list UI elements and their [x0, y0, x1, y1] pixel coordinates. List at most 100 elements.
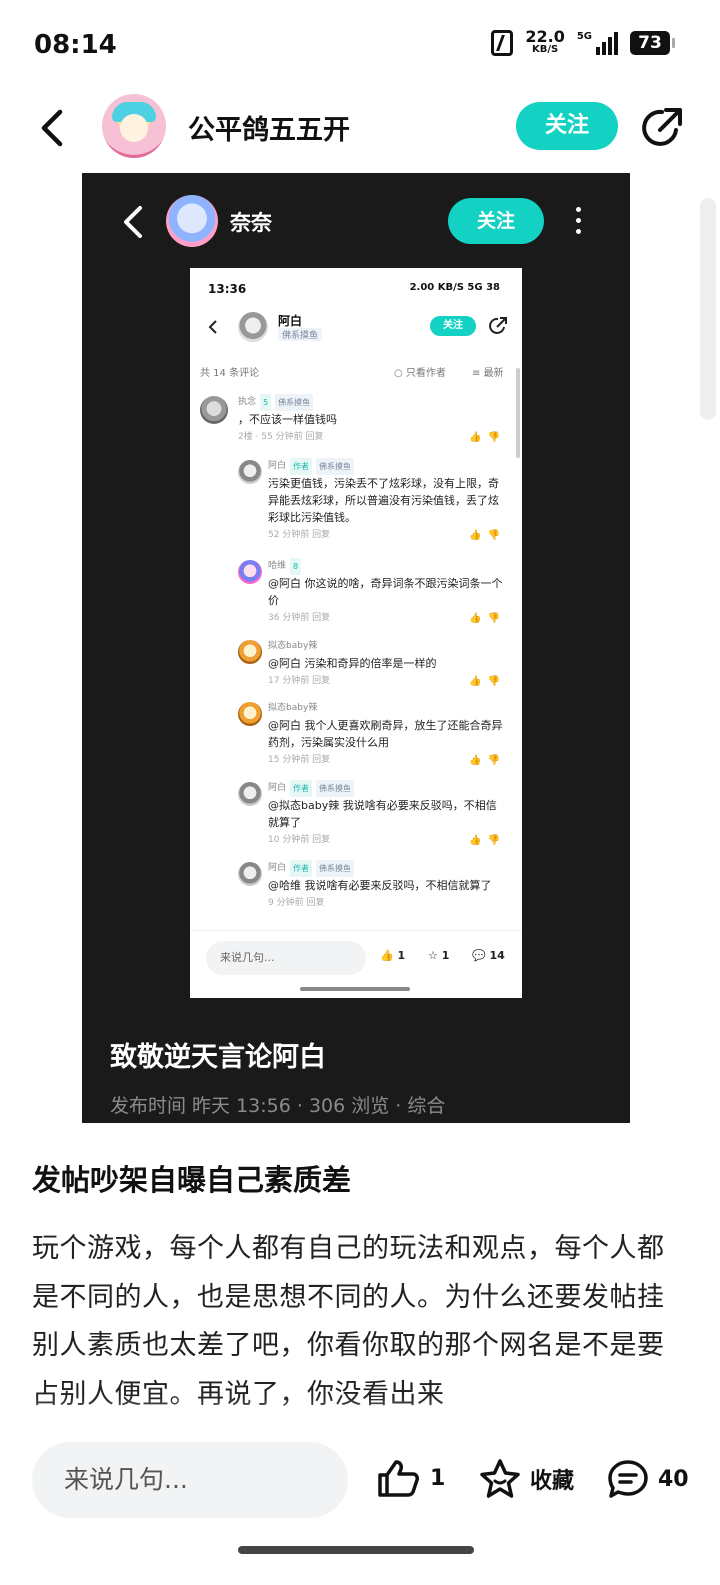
comment-user: 阿白 [268, 863, 287, 873]
comment-avatar [200, 396, 228, 424]
comment-actions: 👍👎 [469, 835, 506, 846]
favorite-button[interactable]: 收藏 [478, 1458, 574, 1500]
author-avatar[interactable] [102, 94, 166, 158]
inner-comment-bar: 共 14 条评论 ○ 只看作者 ≡ 最新 [190, 360, 522, 380]
signal-icon: 5G [577, 31, 618, 55]
comment-user: 阿白 [268, 783, 287, 793]
inner-phone-screenshot: 13:36 2.00 KB/S 5G 38 阿白 佛系摸鱼 关注 共 14 条评… [190, 268, 522, 998]
inner-scrollbar [516, 368, 520, 458]
comment-avatar [238, 560, 262, 584]
image-post-title: 致敬逆天言论阿白 [110, 1042, 326, 1073]
comment-item: 阿白 作者 佛系摸鱼 @拟态baby辣 我说啥有必要来反驳吗，不相信就算了 10 分… [268, 780, 506, 849]
inner-author-tag: 佛系摸鱼 [278, 328, 323, 341]
comment-actions: 👍👎 [469, 530, 506, 541]
inner-follow-button: 关注 [430, 316, 476, 336]
comment-avatar [238, 702, 262, 726]
inner-only-author: ○ 只看作者 [394, 368, 446, 379]
inner-sort-label: 最新 [483, 368, 504, 379]
inner-bottom-bar: 来说几句... 👍 1 ☆ 1 💬 14 [190, 930, 522, 998]
image-back-icon [124, 206, 142, 238]
comment-avatar [238, 782, 262, 806]
comment-user: 哈维 [268, 561, 287, 571]
inner-nav: 阿白 佛系摸鱼 关注 [190, 308, 522, 348]
scroll-indicator[interactable] [700, 198, 716, 420]
star-icon [480, 1459, 520, 1498]
comment-text: ，不应该一样值钱吗 [238, 413, 337, 426]
comment-item: 阿白 作者 佛系摸鱼 污染更值钱，污染丢不了炫彩球，没有上限，奇异能丢炫彩球，所以普… [268, 458, 506, 544]
image-more-icon [574, 207, 582, 237]
comment-item: 阿白 作者 佛系摸鱼 @哈维 我说啥有必要来反驳吗，不相信就算了 9 分钟前 回复 [268, 860, 506, 912]
comment-level: 5 [260, 394, 272, 411]
inner-fav: ☆ 1 [428, 949, 450, 962]
comment-level: 8 [290, 558, 302, 575]
comment-icon [608, 1460, 648, 1498]
author-name[interactable]: 公平鸽五五开 [188, 108, 350, 147]
inner-comment-input: 来说几句... [206, 941, 366, 975]
inner-share-icon [489, 317, 507, 334]
inner-comment-total: 14 [489, 949, 505, 962]
comment-meta: 2楼 · 55 分钟前 回复 [238, 432, 324, 442]
favorite-label: 收藏 [530, 1469, 575, 1494]
comment-item: 拟态baby辣 @阿白 污染和奇异的倍率是一样的 17 分钟前 回复 👍👎 [268, 638, 506, 690]
comment-author-badge: 作者 [290, 458, 313, 475]
comment-text: @阿白 你这说的啥，奇异词条不跟污染词条一个价 [268, 577, 503, 607]
comment-tag: 佛系摸鱼 [316, 780, 355, 797]
inner-comments: 💬 14 [472, 949, 505, 962]
comments-button[interactable]: 40 [606, 1458, 689, 1500]
status-icons: 22.0 KB/S 5G 73 [491, 27, 675, 56]
comment-user: 拟态baby辣 [268, 703, 318, 713]
comment-avatar [238, 862, 262, 886]
comment-user: 拟态baby辣 [268, 641, 318, 651]
comment-item: 拟态baby辣 @阿白 我个人更喜欢刷奇异，放生了还能合奇异药剂，污染属实没什么… [268, 700, 506, 769]
comment-text: @哈维 我说啥有必要来反驳吗，不相信就算了 [268, 879, 492, 892]
comment-item: 哈维 8 @阿白 你这说的啥，奇异词条不跟污染词条一个价 36 分钟前 回复 👍👎 [268, 558, 506, 627]
nfc-icon [491, 30, 514, 56]
comment-tag: 佛系摸鱼 [316, 860, 355, 877]
top-nav: 公平鸽五五开 关注 [0, 90, 720, 166]
net-speed-value: 22.0 [525, 27, 565, 46]
inner-time: 13:36 [208, 282, 247, 296]
status-bar: 08:14 22.0 KB/S 5G 73 [0, 0, 720, 90]
inner-fav-count: 1 [441, 949, 450, 962]
battery-icon: 73 [630, 31, 675, 55]
comment-author-badge: 作者 [290, 860, 313, 877]
image-follow-button: 关注 [448, 198, 544, 244]
inner-like: 👍 1 [380, 949, 406, 962]
comment-text: 污染更值钱，污染丢不了炫彩球，没有上限，奇异能丢炫彩球，所以普遍没有污染值钱，丢… [268, 477, 499, 524]
inner-avatar [238, 312, 268, 342]
image-avatar [166, 195, 218, 247]
like-button[interactable]: 1 [376, 1458, 445, 1498]
image-header: 奈奈 关注 [82, 173, 630, 269]
inner-back-icon [208, 320, 217, 334]
comment-actions: 👍👎 [469, 755, 506, 766]
comment-actions: 👍👎 [469, 676, 506, 687]
comment-count: 40 [658, 1466, 689, 1492]
bottom-action-bar: 来说几句... 1 收藏 40 [0, 1420, 720, 1585]
post-body: 玩个游戏，每个人都有自己的玩法和观点，每个人都是不同的人，也是思想不同的人。为什… [32, 1233, 665, 1410]
comment-text: @阿白 我个人更喜欢刷奇异，放生了还能合奇异药剂，污染属实没什么用 [268, 719, 503, 749]
inner-status-bar: 13:36 2.00 KB/S 5G 38 [190, 268, 522, 308]
comment-meta: 9 分钟前 回复 [268, 898, 325, 908]
inner-home-indicator [300, 987, 410, 991]
back-icon[interactable] [34, 108, 74, 148]
share-icon[interactable] [640, 106, 684, 150]
comment-text: @拟态baby辣 我说啥有必要来反驳吗，不相信就算了 [268, 799, 497, 829]
comment-actions: 👍👎 [469, 613, 506, 624]
comment-tag: 佛系摸鱼 [275, 394, 314, 411]
post-image[interactable]: 奈奈 关注 13:36 2.00 KB/S 5G 38 阿白 佛系摸鱼 关注 共… [82, 173, 630, 1123]
image-username: 奈奈 [230, 211, 272, 235]
thumbs-up-icon [378, 1460, 419, 1497]
inner-like-count: 1 [397, 949, 406, 962]
inner-comment-count: 共 14 条评论 [200, 368, 260, 379]
comment-avatar [238, 460, 262, 484]
inner-status-right: 2.00 KB/S 5G 38 [409, 282, 500, 293]
image-post-meta: 发布时间 昨天 13:56 · 306 浏览 · 综合 [110, 1095, 446, 1117]
comment-actions: 👍👎 [469, 432, 506, 443]
follow-button[interactable]: 关注 [516, 102, 618, 150]
comment-avatar [238, 640, 262, 664]
home-indicator[interactable] [238, 1546, 474, 1554]
comment-text: @阿白 污染和奇异的倍率是一样的 [268, 657, 437, 670]
comment-user: 阿白 [268, 461, 287, 471]
status-time: 08:14 [34, 30, 117, 60]
comment-input[interactable]: 来说几句... [32, 1442, 348, 1518]
